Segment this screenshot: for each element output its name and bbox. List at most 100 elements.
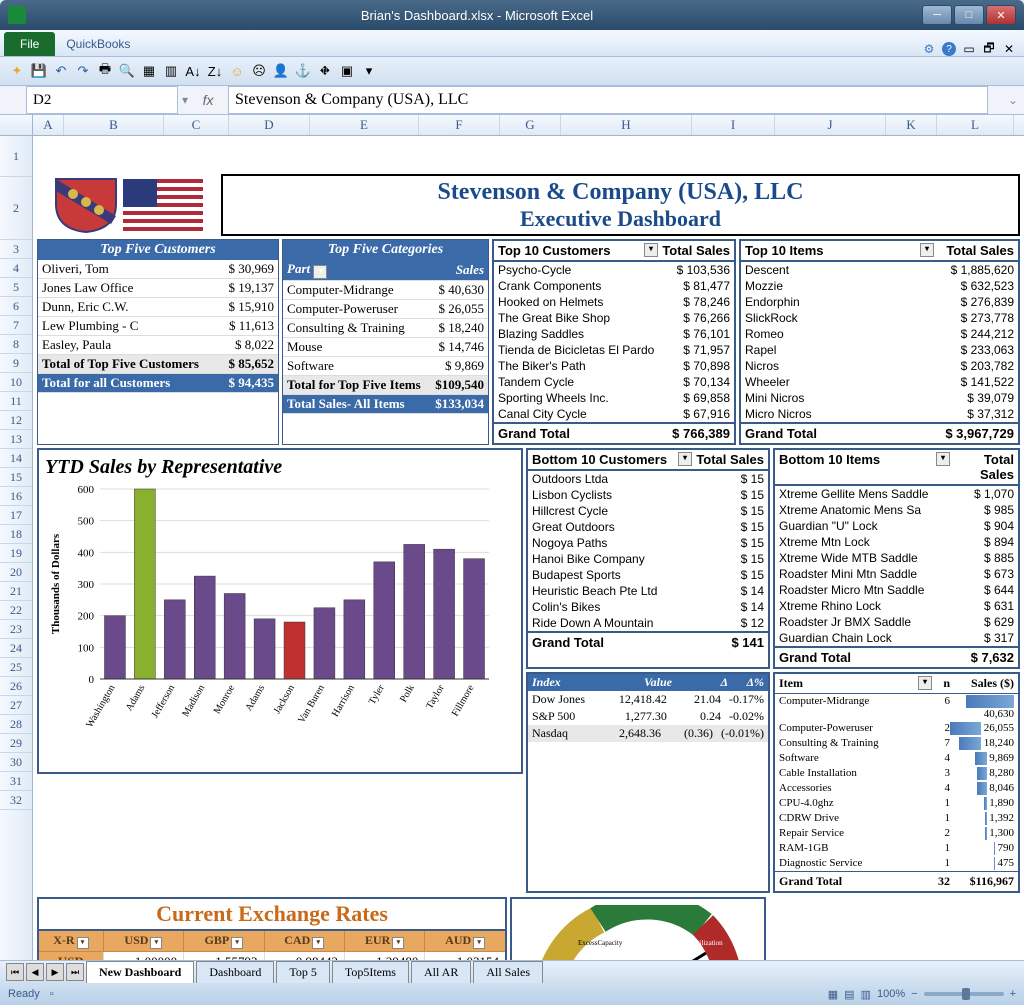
zoom-out-icon[interactable]: − xyxy=(911,988,917,1000)
sheet-tab[interactable]: New Dashboard xyxy=(86,961,194,983)
tool1-icon[interactable]: ▦ xyxy=(140,62,158,80)
row-header[interactable]: 4 xyxy=(0,259,32,278)
formula-expand-icon[interactable]: ⌄ xyxy=(1008,93,1018,107)
filter-icon[interactable]: ▾ xyxy=(644,243,658,257)
row-header[interactable]: 9 xyxy=(0,354,32,373)
column-header[interactable]: E xyxy=(310,115,419,135)
sheet-tab[interactable]: Top5Items xyxy=(332,961,409,983)
undo-icon[interactable]: ↶ xyxy=(52,62,70,80)
select-all-corner[interactable] xyxy=(0,115,33,135)
name-box[interactable] xyxy=(26,86,178,114)
sort-asc-icon[interactable]: A↓ xyxy=(184,62,202,80)
row-header[interactable]: 31 xyxy=(0,772,32,791)
tab-nav-last[interactable]: ⏭ xyxy=(66,963,84,981)
row-header[interactable]: 1 xyxy=(0,136,32,177)
row-header[interactable]: 21 xyxy=(0,582,32,601)
row-header[interactable]: 14 xyxy=(0,449,32,468)
sheet-tab[interactable]: All Sales xyxy=(473,961,543,983)
column-header[interactable]: C xyxy=(164,115,229,135)
close-workbook-icon[interactable]: ✕ xyxy=(1002,42,1016,56)
file-tab[interactable]: File xyxy=(4,32,55,56)
row-header[interactable]: 19 xyxy=(0,544,32,563)
close-button[interactable]: ✕ xyxy=(986,5,1016,25)
formula-input[interactable] xyxy=(228,86,988,114)
xr-header[interactable]: CAD▾ xyxy=(264,930,344,952)
row-header[interactable]: 25 xyxy=(0,658,32,677)
filter-icon[interactable]: ▾ xyxy=(936,452,950,466)
worksheet-grid[interactable]: Stevenson & Company (USA), LLC Executive… xyxy=(33,136,1024,960)
minimize-ribbon-icon[interactable]: ▭ xyxy=(962,42,976,56)
column-header[interactable]: D xyxy=(229,115,310,135)
row-header[interactable]: 8 xyxy=(0,335,32,354)
face-happy-icon[interactable]: ☺ xyxy=(228,62,246,80)
xr-header[interactable]: X-R▾ xyxy=(38,930,103,952)
row-header[interactable]: 17 xyxy=(0,506,32,525)
row-header[interactable]: 2 xyxy=(0,177,32,240)
row-header[interactable]: 32 xyxy=(0,791,32,810)
column-header[interactable]: K xyxy=(886,115,937,135)
macro-recorder-icon[interactable]: ▫ xyxy=(50,988,54,1000)
print-icon[interactable]: 🖶 xyxy=(96,62,114,80)
column-header[interactable]: B xyxy=(64,115,164,135)
maximize-button[interactable]: □ xyxy=(954,5,984,25)
row-header[interactable]: 18 xyxy=(0,525,32,544)
column-header[interactable]: H xyxy=(561,115,692,135)
row-header[interactable]: 22 xyxy=(0,601,32,620)
group-icon[interactable]: ▣ xyxy=(338,62,356,80)
user-icon[interactable]: 👤 xyxy=(272,62,290,80)
row-header[interactable]: 28 xyxy=(0,715,32,734)
sheet-tab[interactable]: Top 5 xyxy=(276,961,330,983)
zoom-level[interactable]: 100% xyxy=(877,988,905,1000)
column-header[interactable]: F xyxy=(419,115,500,135)
column-header[interactable]: L xyxy=(937,115,1014,135)
row-header[interactable]: 23 xyxy=(0,620,32,639)
xr-header[interactable]: EUR▾ xyxy=(344,930,424,952)
minimize-button[interactable]: ─ xyxy=(922,5,952,25)
filter-icon[interactable]: ▾ xyxy=(678,452,692,466)
xr-header[interactable]: GBP▾ xyxy=(184,930,264,952)
filter-icon[interactable]: ▾ xyxy=(920,243,934,257)
sort-desc-icon[interactable]: Z↓ xyxy=(206,62,224,80)
view-normal-icon[interactable]: ▦ xyxy=(828,988,838,1001)
zoom-in-icon[interactable]: + xyxy=(1010,988,1016,1000)
tab-nav-first[interactable]: ⏮ xyxy=(6,963,24,981)
row-header[interactable]: 29 xyxy=(0,734,32,753)
row-header[interactable]: 15 xyxy=(0,468,32,487)
xr-header[interactable]: USD▾ xyxy=(103,930,183,952)
tab-nav-next[interactable]: ▶ xyxy=(46,963,64,981)
save-icon[interactable]: 💾 xyxy=(30,62,48,80)
help-icon[interactable]: ? xyxy=(942,42,956,56)
column-header[interactable]: G xyxy=(500,115,561,135)
row-header[interactable]: 27 xyxy=(0,696,32,715)
ribbon-tab-quickbooks[interactable]: QuickBooks xyxy=(55,32,144,56)
anchor-icon[interactable]: ⚓ xyxy=(294,62,312,80)
row-header[interactable]: 6 xyxy=(0,297,32,316)
filter-icon[interactable]: ▾ xyxy=(313,265,327,279)
qat-dropdown-icon[interactable]: ▾ xyxy=(360,62,378,80)
sheet-tab[interactable]: Dashboard xyxy=(196,961,274,983)
row-header[interactable]: 16 xyxy=(0,487,32,506)
tool2-icon[interactable]: ▥ xyxy=(162,62,180,80)
row-header[interactable]: 11 xyxy=(0,392,32,411)
view-layout-icon[interactable]: ▤ xyxy=(844,988,854,1001)
row-header[interactable]: 30 xyxy=(0,753,32,772)
row-header[interactable]: 3 xyxy=(0,240,32,259)
xr-header[interactable]: AUD▾ xyxy=(425,930,506,952)
new-icon[interactable]: ✦ xyxy=(8,62,26,80)
row-header[interactable]: 5 xyxy=(0,278,32,297)
tab-nav-prev[interactable]: ◀ xyxy=(26,963,44,981)
row-header[interactable]: 13 xyxy=(0,430,32,449)
row-header[interactable]: 20 xyxy=(0,563,32,582)
row-header[interactable]: 12 xyxy=(0,411,32,430)
fx-label[interactable]: fx xyxy=(188,92,228,108)
chart-icon[interactable]: ⛖ xyxy=(316,62,334,80)
sheet-tab[interactable]: All AR xyxy=(411,961,471,983)
column-header[interactable]: A xyxy=(33,115,64,135)
row-header[interactable]: 7 xyxy=(0,316,32,335)
restore-window-icon[interactable]: 🗗 xyxy=(982,42,996,56)
zoom-slider[interactable] xyxy=(924,992,1004,996)
preview-icon[interactable]: 🔍 xyxy=(118,62,136,80)
row-header[interactable]: 24 xyxy=(0,639,32,658)
row-header[interactable]: 26 xyxy=(0,677,32,696)
column-header[interactable]: J xyxy=(775,115,886,135)
